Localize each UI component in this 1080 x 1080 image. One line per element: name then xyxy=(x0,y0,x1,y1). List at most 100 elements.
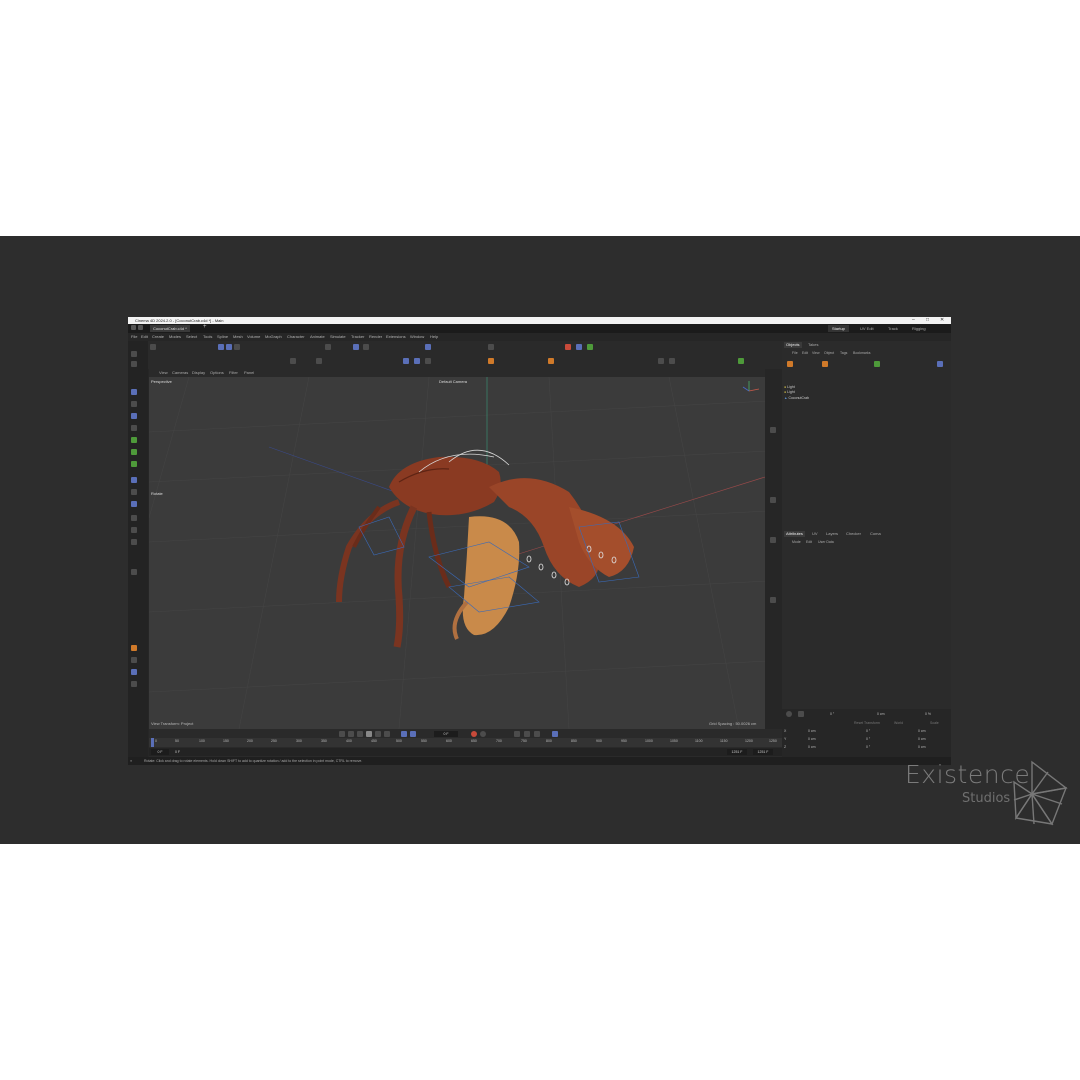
object-row-light-2[interactable]: ● Light xyxy=(784,390,795,395)
square-icon[interactable] xyxy=(131,401,137,407)
tab-layers[interactable]: Layers xyxy=(824,531,840,537)
rotate-gizmo-icon[interactable] xyxy=(786,711,792,717)
sphere-object-icon[interactable] xyxy=(131,413,137,419)
record-icon[interactable] xyxy=(471,731,477,737)
position-z-field[interactable]: 0 cm xyxy=(808,745,816,749)
object-filter-icon[interactable] xyxy=(874,361,880,367)
viewport-menu-cameras[interactable]: Cameras xyxy=(172,370,188,375)
menu-edit[interactable]: Edit xyxy=(141,333,148,341)
cube-tool-icon[interactable] xyxy=(150,344,156,350)
menu-mograph[interactable]: MoGraph xyxy=(265,333,282,341)
objects-menu-view[interactable]: View xyxy=(812,351,820,355)
range-bar[interactable] xyxy=(149,748,787,756)
key-rotate-icon[interactable] xyxy=(524,731,530,737)
menu-mesh[interactable]: Mesh xyxy=(233,333,243,341)
viewport-menu-view[interactable]: View xyxy=(159,370,168,375)
light-object-icon[interactable] xyxy=(131,527,137,533)
coord-scale[interactable]: 0 % xyxy=(925,712,931,716)
viewport-menu-display[interactable]: Display xyxy=(192,370,205,375)
preview-start-field[interactable]: 0 F xyxy=(175,749,189,755)
workspace-uv-edit[interactable]: UV Edit xyxy=(856,325,878,332)
paint-icon[interactable] xyxy=(131,569,137,575)
menu-spline[interactable]: Spline xyxy=(217,333,228,341)
object-filter-icon[interactable] xyxy=(937,361,943,367)
pick-icon[interactable] xyxy=(798,711,804,717)
tab-checker[interactable]: Checker xyxy=(844,531,863,537)
cloner-icon[interactable] xyxy=(131,449,137,455)
menu-simulate[interactable]: Simulate xyxy=(330,333,346,341)
object-row-coconutcrab[interactable]: ▲ CoconutCrab xyxy=(784,396,809,401)
live-selection-icon[interactable] xyxy=(403,358,409,364)
menu-window[interactable]: Window xyxy=(410,333,424,341)
size-x-field[interactable]: 0 cm xyxy=(918,729,926,733)
objects-menu-edit[interactable]: Edit xyxy=(802,351,808,355)
edge-mode-icon[interactable] xyxy=(363,344,369,350)
menu-help[interactable]: Help xyxy=(430,333,438,341)
scale-dropdown[interactable]: Scale xyxy=(930,721,939,725)
object-filter-icon[interactable] xyxy=(822,361,828,367)
perspective-viewport[interactable]: Perspective Default Camera Rotate View T… xyxy=(149,377,765,729)
tab-uv[interactable]: UV xyxy=(810,531,820,537)
menu-animate[interactable]: Animate xyxy=(310,333,325,341)
position-x-field[interactable]: 0 cm xyxy=(808,729,816,733)
sphere-preview-icon[interactable] xyxy=(738,358,744,364)
render-icon[interactable] xyxy=(565,344,571,350)
render-queue-icon[interactable] xyxy=(587,344,593,350)
deformer-icon[interactable] xyxy=(131,477,137,483)
menu-file[interactable]: File xyxy=(131,333,137,341)
attributes-menu-edit[interactable]: Edit xyxy=(806,540,812,544)
rotate-tool-icon[interactable] xyxy=(234,344,240,350)
viewport-menu-panel[interactable]: Panel xyxy=(244,370,254,375)
autokey-icon[interactable] xyxy=(480,731,486,737)
menu-extensions[interactable]: Extensions xyxy=(386,333,406,341)
next-frame-icon[interactable] xyxy=(375,731,381,737)
playhead[interactable] xyxy=(151,738,154,747)
play-icon[interactable] xyxy=(366,731,372,737)
workspace-startup[interactable]: Startup xyxy=(828,325,849,332)
menu-modes[interactable]: Modes xyxy=(169,333,181,341)
fcurve-icon[interactable] xyxy=(669,358,675,364)
snap-icon[interactable] xyxy=(425,344,431,350)
text-object-icon[interactable] xyxy=(131,425,137,431)
tab-coma[interactable]: Coma xyxy=(868,531,883,537)
sound-icon[interactable] xyxy=(131,657,137,663)
move-tool-icon[interactable] xyxy=(218,344,224,350)
size-z-field[interactable]: 0 cm xyxy=(918,745,926,749)
prev-frame-icon[interactable] xyxy=(357,731,363,737)
keyframe-icon[interactable] xyxy=(658,358,664,364)
size-y-field[interactable]: 0 cm xyxy=(918,737,926,741)
menu-character[interactable]: Character xyxy=(287,333,305,341)
side-tool-icon[interactable] xyxy=(770,497,776,503)
rotate-active-icon[interactable] xyxy=(414,358,420,364)
objects-menu-object[interactable]: Object xyxy=(824,351,834,355)
keyframe-mode-icon[interactable] xyxy=(410,731,416,737)
attributes-menu-user-data[interactable]: User Data xyxy=(818,540,834,544)
camera-object-icon[interactable] xyxy=(131,515,137,521)
key-scale-icon[interactable] xyxy=(534,731,540,737)
object-mode-icon[interactable] xyxy=(353,344,359,350)
text-spline-icon[interactable] xyxy=(316,358,322,364)
new-tab-button[interactable]: + xyxy=(203,324,207,330)
key-param-icon[interactable] xyxy=(552,731,558,737)
viewport-menu-options[interactable]: Options xyxy=(210,370,224,375)
prev-key-icon[interactable] xyxy=(348,731,354,737)
menu-render[interactable]: Render xyxy=(369,333,382,341)
goto-end-icon[interactable] xyxy=(384,731,390,737)
coord-rotation[interactable]: 0 ° xyxy=(830,712,834,716)
end-frame-field[interactable]: 1251 F xyxy=(753,749,773,755)
effector-icon[interactable] xyxy=(131,461,137,467)
select-tool-icon[interactable] xyxy=(131,351,137,357)
object-filter-icon[interactable] xyxy=(787,361,793,367)
objects-menu-file[interactable]: File xyxy=(792,351,798,355)
undo-icon[interactable] xyxy=(131,325,136,330)
redshift-icon[interactable] xyxy=(131,645,137,651)
objects-menu-tags[interactable]: Tags xyxy=(840,351,847,355)
rotation-h-field[interactable]: 0 ° xyxy=(866,729,870,733)
preview-end-field[interactable]: 1251 F xyxy=(727,749,747,755)
tab-takes[interactable]: Takes xyxy=(806,342,820,348)
attributes-menu-mode[interactable]: Mode xyxy=(792,540,801,544)
frame-ruler[interactable] xyxy=(149,738,787,747)
viewport-menu-filter[interactable]: Filter xyxy=(229,370,238,375)
side-tool-icon[interactable] xyxy=(770,597,776,603)
menu-tools[interactable]: Tools xyxy=(203,333,212,341)
